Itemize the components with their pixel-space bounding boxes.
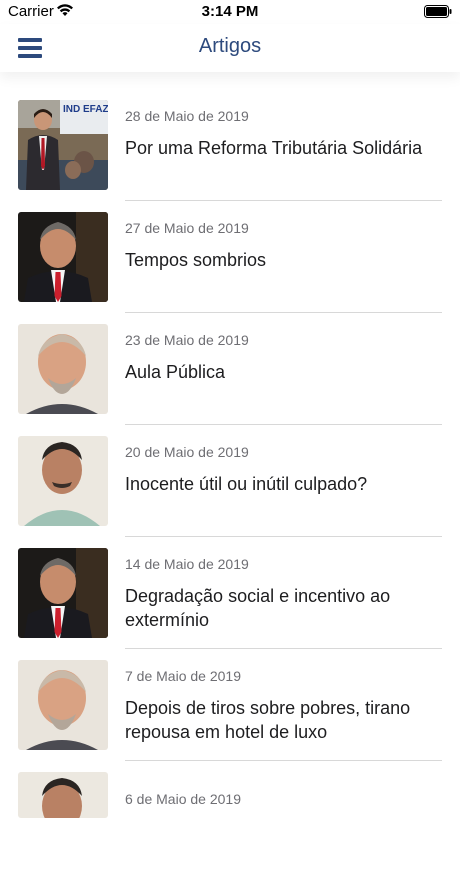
article-date: 14 de Maio de 2019 bbox=[125, 556, 249, 572]
article-meta: 23 de Maio de 2019 Aula Pública bbox=[125, 331, 442, 384]
status-bar: Carrier 3:14 PM bbox=[0, 0, 460, 24]
divider bbox=[125, 312, 442, 313]
article-item[interactable]: 14 de Maio de 2019 Degradação social e i… bbox=[0, 548, 460, 660]
article-thumbnail bbox=[18, 324, 108, 414]
divider bbox=[125, 536, 442, 537]
article-date: 28 de Maio de 2019 bbox=[125, 108, 249, 124]
article-date: 23 de Maio de 2019 bbox=[125, 332, 249, 348]
article-title: Tempos sombrios bbox=[125, 250, 267, 270]
article-item[interactable]: 27 de Maio de 2019 Tempos sombrios bbox=[0, 212, 460, 324]
article-item[interactable]: IND EFAZ 28 de Maio de 2019 Por uma Refo… bbox=[0, 100, 460, 212]
article-meta: 20 de Maio de 2019 Inocente útil ou inút… bbox=[125, 443, 442, 496]
article-item[interactable]: 6 de Maio de 2019 bbox=[0, 772, 460, 884]
article-date: 27 de Maio de 2019 bbox=[125, 220, 249, 236]
divider bbox=[125, 200, 442, 201]
divider bbox=[125, 760, 442, 761]
article-meta: 27 de Maio de 2019 Tempos sombrios bbox=[125, 219, 442, 272]
banner-text: IND EFAZ bbox=[63, 104, 108, 115]
divider bbox=[125, 648, 442, 649]
article-thumbnail bbox=[18, 772, 108, 818]
article-thumbnail bbox=[18, 212, 108, 302]
article-item[interactable]: 23 de Maio de 2019 Aula Pública bbox=[0, 324, 460, 436]
article-meta: 28 de Maio de 2019 Por uma Reforma Tribu… bbox=[125, 107, 442, 160]
article-meta: 6 de Maio de 2019 bbox=[125, 790, 442, 808]
article-meta: 14 de Maio de 2019 Degradação social e i… bbox=[125, 555, 442, 632]
article-item[interactable]: 7 de Maio de 2019 Depois de tiros sobre … bbox=[0, 660, 460, 772]
article-title: Degradação social e incentivo ao extermí… bbox=[125, 586, 391, 630]
article-date: 7 de Maio de 2019 bbox=[125, 668, 241, 684]
article-title: Aula Pública bbox=[125, 362, 226, 382]
article-thumbnail: IND EFAZ bbox=[18, 100, 108, 190]
article-title: Inocente útil ou inútil culpado? bbox=[125, 474, 368, 494]
status-time: 3:14 PM bbox=[201, 3, 259, 20]
article-thumbnail bbox=[18, 548, 108, 638]
article-item[interactable]: 20 de Maio de 2019 Inocente útil ou inút… bbox=[0, 436, 460, 548]
article-thumbnail bbox=[18, 660, 108, 750]
article-title: Por uma Reforma Tributária Solidária bbox=[125, 138, 423, 158]
article-date: 20 de Maio de 2019 bbox=[125, 444, 249, 460]
article-meta: 7 de Maio de 2019 Depois de tiros sobre … bbox=[125, 667, 442, 744]
battery-icon bbox=[424, 5, 452, 18]
article-thumbnail bbox=[18, 436, 108, 526]
navigation-bar: Artigos bbox=[0, 24, 460, 72]
article-title: Depois de tiros sobre pobres, tirano rep… bbox=[125, 698, 411, 742]
article-date: 6 de Maio de 2019 bbox=[125, 791, 241, 807]
divider bbox=[125, 424, 442, 425]
page-title: Artigos bbox=[198, 35, 262, 57]
